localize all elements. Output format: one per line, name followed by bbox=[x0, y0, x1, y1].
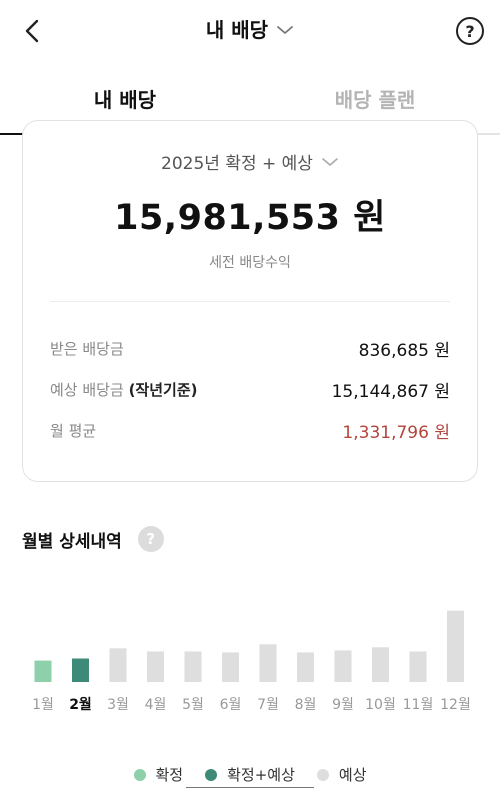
row-label-text: 월 평균 bbox=[50, 421, 97, 440]
month-label: 5월 bbox=[182, 697, 204, 713]
month-label: 11월 bbox=[403, 697, 434, 713]
legend-dot bbox=[316, 768, 329, 781]
period-label: 2025년 확정 + 예상 bbox=[161, 154, 313, 174]
section-title: 월별 상세내역 bbox=[22, 531, 122, 552]
month-label: 2월 bbox=[69, 696, 92, 713]
page-title: 내 배당 bbox=[205, 18, 269, 42]
row-label: 받은 배당금 bbox=[50, 338, 124, 359]
legend-selected-underline bbox=[186, 787, 314, 788]
bar-10월[interactable] bbox=[372, 647, 389, 682]
chart-legend: 확정 확정+예상 예상 bbox=[0, 764, 500, 785]
help-button[interactable]: ? bbox=[456, 17, 484, 45]
tab-label: 내 배당 bbox=[93, 88, 157, 112]
help-icon[interactable]: ? bbox=[137, 526, 164, 552]
bar-1월[interactable] bbox=[34, 660, 52, 682]
bar-3월[interactable] bbox=[109, 648, 127, 682]
month-label: 8월 bbox=[295, 697, 317, 713]
received-dividend-row: 받은 배당금 836,685 원 bbox=[50, 336, 450, 361]
bar-12월[interactable] bbox=[447, 610, 464, 682]
row-label: 예상 배당금 (작년기준) bbox=[50, 379, 197, 400]
period-selector[interactable]: 2025년 확정 + 예상 bbox=[23, 149, 477, 174]
legend-label: 확정 bbox=[155, 766, 184, 784]
bar-6월[interactable] bbox=[222, 652, 239, 682]
page-title-dropdown[interactable]: 내 배당 bbox=[0, 14, 500, 43]
month-label: 10월 bbox=[365, 697, 396, 713]
legend-label: 예상 bbox=[338, 766, 367, 784]
legend-dot bbox=[133, 768, 146, 781]
month-label: 6월 bbox=[220, 697, 242, 713]
bar-5월[interactable] bbox=[184, 651, 202, 682]
monthly-bar-chart: 1월 2월 3월 4월 5월 6월 7월 8월 9월 10월 11월 12월 bbox=[0, 560, 500, 720]
row-value: 1,331,796 원 bbox=[342, 422, 450, 443]
divider bbox=[50, 301, 450, 302]
bar-8월[interactable] bbox=[297, 652, 314, 682]
monthly-detail-header: 월별 상세내역 ? bbox=[22, 526, 164, 552]
row-label-text: 받은 배당금 bbox=[50, 339, 124, 358]
expected-dividend-row: 예상 배당금 (작년기준) 15,144,867 원 bbox=[50, 377, 450, 402]
total-dividend-amount: 15,981,553 원 bbox=[114, 198, 386, 238]
legend-item-confirmed-expected[interactable]: 확정+예상 bbox=[205, 764, 295, 785]
chevron-down-icon bbox=[276, 25, 294, 35]
month-label: 9월 bbox=[332, 697, 354, 713]
row-label: 월 평균 bbox=[50, 420, 96, 441]
bar-7월[interactable] bbox=[259, 644, 277, 682]
month-label: 4월 bbox=[145, 697, 167, 713]
month-label: 1월 bbox=[32, 697, 54, 713]
dividend-summary-card: 2025년 확정 + 예상 15,981,553 원 세전 배당수익 받은 배당… bbox=[22, 120, 478, 482]
total-caption: 세전 배당수익 bbox=[209, 255, 291, 271]
bar-11월[interactable] bbox=[409, 651, 427, 682]
legend-item-expected[interactable]: 예상 bbox=[316, 764, 367, 785]
monthly-average-row: 월 평균 1,331,796 원 bbox=[50, 418, 450, 443]
legend-item-confirmed[interactable]: 확정 bbox=[133, 764, 184, 785]
row-label-text: 예상 배당금 bbox=[50, 380, 124, 399]
legend-label: 확정+예상 bbox=[227, 766, 295, 784]
tab-label: 배당 플랜 bbox=[334, 88, 416, 112]
month-label: 3월 bbox=[107, 697, 129, 713]
row-label-note: (작년기준) bbox=[128, 380, 198, 399]
month-label: 7월 bbox=[257, 697, 279, 713]
chart-svg: 1월 2월 3월 4월 5월 6월 7월 8월 9월 10월 11월 12월 bbox=[32, 610, 471, 713]
bar-4월[interactable] bbox=[147, 651, 164, 682]
row-value: 836,685 원 bbox=[358, 340, 450, 361]
bar-2월[interactable] bbox=[72, 658, 89, 683]
chevron-down-icon bbox=[322, 157, 338, 166]
bar-9월[interactable] bbox=[334, 650, 352, 682]
app-header: 내 배당 ? bbox=[0, 0, 500, 64]
row-value: 15,144,867 원 bbox=[331, 381, 450, 402]
legend-dot bbox=[205, 768, 218, 781]
month-label: 12월 bbox=[440, 697, 471, 713]
question-icon: ? bbox=[465, 21, 475, 41]
